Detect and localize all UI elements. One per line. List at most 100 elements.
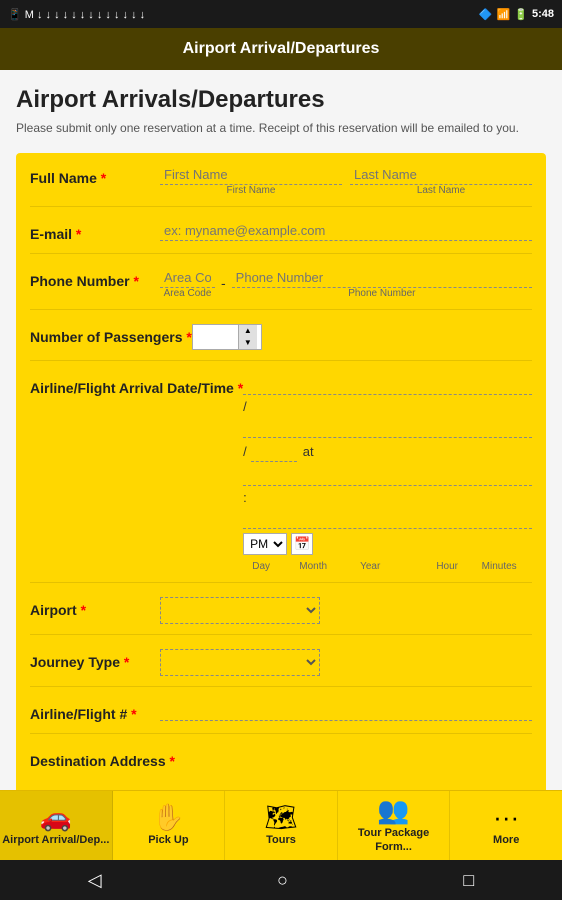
nav-item-airport[interactable]: 🚗 Airport Arrival/Dep... [0,791,113,860]
spinner-buttons: ▲ ▼ [238,325,257,349]
nav-item-tour-package[interactable]: 👥 Tour Package Form... [338,791,451,860]
airport-row: Airport * [30,597,532,635]
recents-button[interactable]: □ [463,870,474,891]
phone-number-input[interactable] [232,268,532,288]
nav-item-pickup[interactable]: ✋ Pick Up [113,791,226,860]
page-subtitle: Please submit only one reservation at a … [16,120,546,137]
status-bar-right: 🔷 📶 🔋 5:48 [479,8,554,21]
airport-select[interactable] [160,597,320,624]
battery-icon: 🔋 [514,8,528,21]
arrival-year-input[interactable]: 2013 [251,442,297,462]
time-display: 5:48 [532,8,554,20]
phone-label: Phone Number * [30,268,160,290]
first-name-input[interactable] [160,165,342,185]
phone-row: Phone Number * Area Code - Phone Number [30,268,532,310]
destination-row: Destination Address * [30,748,532,790]
title-bar-label: Airport Arrival/Departures [183,40,380,58]
arrival-hour-input[interactable]: 5 [243,466,532,486]
phone-number-field: Phone Number [232,268,532,299]
title-bar: Airport Arrival/Departures [0,28,562,70]
pickup-nav-label: Pick Up [148,834,188,847]
arrival-month-input[interactable]: 10 [243,418,532,438]
tour-package-nav-icon: 👥 [377,797,409,823]
airline-flight-label: Airline/Flight # * [30,701,160,723]
spinner-down-button[interactable]: ▼ [239,337,257,349]
journey-type-label: Journey Type * [30,649,160,671]
first-name-field: First Name [160,165,342,196]
passengers-label: Number of Passengers * [30,324,192,346]
first-name-label: First Name [160,185,342,196]
arrival-ampm-select[interactable]: PM AM [243,533,287,555]
destination-label: Destination Address * [30,748,175,770]
airline-flight-row: Airline/Flight # * [30,701,532,734]
more-nav-label: More [493,834,519,847]
passengers-spinner: 0 ▲ ▼ [192,324,262,350]
name-fields: First Name Last Name [160,165,532,196]
passengers-fields: 0 ▲ ▼ [192,324,532,350]
pickup-nav-icon: ✋ [152,804,184,830]
arrival-day-label: Day [243,561,279,572]
email-fields [160,221,532,241]
journey-type-select[interactable] [160,649,320,676]
email-label: E-mail * [30,221,160,243]
airport-label: Airport * [30,597,160,619]
phone-input-row: Area Code - Phone Number [160,268,532,299]
form-container: Full Name * First Name Last Name [16,153,546,790]
full-name-row: Full Name * First Name Last Name [30,165,532,207]
tours-nav-label: Tours [266,834,296,847]
phone-fields: Area Code - Phone Number [160,268,532,299]
status-bar-left: 📱 M ↓ ↓ ↓ ↓ ↓ ↓ ↓ ↓ ↓ ↓ ↓ ↓ ↓ [8,8,145,21]
more-nav-icon: ··· [493,804,519,830]
full-name-fields: First Name Last Name [160,165,532,196]
arrival-month-label: Month [295,561,331,572]
app-icons: 📱 M ↓ ↓ ↓ ↓ ↓ ↓ ↓ ↓ ↓ ↓ ↓ ↓ ↓ [8,8,145,21]
spinner-up-button[interactable]: ▲ [239,325,257,337]
tours-nav-icon: 🗺 [264,804,297,830]
nav-item-more[interactable]: ··· More [450,791,562,860]
destination-fields [175,748,532,790]
arrival-year-label: Year [347,561,393,572]
journey-type-fields [160,649,532,676]
wifi-icon: 📶 [497,8,511,21]
system-nav-bar: ◁ ○ □ [0,860,562,900]
page-title: Airport Arrivals/Departures [16,86,546,114]
passengers-row: Number of Passengers * 0 ▲ ▼ [30,324,532,361]
tour-package-nav-label: Tour Package Form... [340,827,448,853]
back-button[interactable]: ◁ [88,870,102,891]
last-name-label: Last Name [350,185,532,196]
full-name-label: Full Name * [30,165,160,187]
airport-nav-icon: 🚗 [40,804,72,830]
arrival-min-label: Minutes [481,561,517,572]
main-content: Airport Arrivals/Departures Please submi… [0,70,562,790]
bottom-nav: 🚗 Airport Arrival/Dep... ✋ Pick Up 🗺 Tou… [0,790,562,860]
arrival-date-labels: Day Month Year Hour Minutes [243,561,532,572]
last-name-input[interactable] [350,165,532,185]
full-name-required: * [101,170,106,186]
phone-number-label: Phone Number [232,288,532,299]
home-button[interactable]: ○ [277,870,288,891]
arrival-datetime-label: Airline/Flight Arrival Date/Time * [30,375,243,397]
arrival-minute-input[interactable]: 50 [243,509,532,529]
phone-dash: - [221,275,226,291]
passengers-input[interactable]: 0 [193,325,238,349]
arrival-hour-label: Hour [429,561,465,572]
phone-area-input[interactable] [160,268,215,288]
arrival-datetime-row: Airline/Flight Arrival Date/Time * 26 / … [30,375,532,583]
airport-nav-label: Airport Arrival/Dep... [2,834,109,847]
nav-item-tours[interactable]: 🗺 Tours [225,791,338,860]
arrival-calendar-icon[interactable]: 📅 [291,533,313,555]
airline-flight-input[interactable] [160,701,532,721]
airport-fields [160,597,532,624]
arrival-day-input[interactable]: 26 [243,375,532,395]
email-input[interactable] [160,221,532,241]
destination-textarea[interactable] [175,752,532,790]
status-bar: 📱 M ↓ ↓ ↓ ↓ ↓ ↓ ↓ ↓ ↓ ↓ ↓ ↓ ↓ 🔷 📶 🔋 5:48 [0,0,562,28]
journey-type-row: Journey Type * [30,649,532,687]
arrival-at-text: at [303,444,314,459]
phone-area-field: Area Code [160,268,215,299]
bluetooth-icon: 🔷 [479,8,493,21]
last-name-field: Last Name [350,165,532,196]
email-row: E-mail * [30,221,532,254]
area-code-label: Area Code [160,288,215,299]
arrival-datetime-fields: 26 / 10 / 2013 at 5 : 50 PM AM 📅 Da [243,375,532,572]
